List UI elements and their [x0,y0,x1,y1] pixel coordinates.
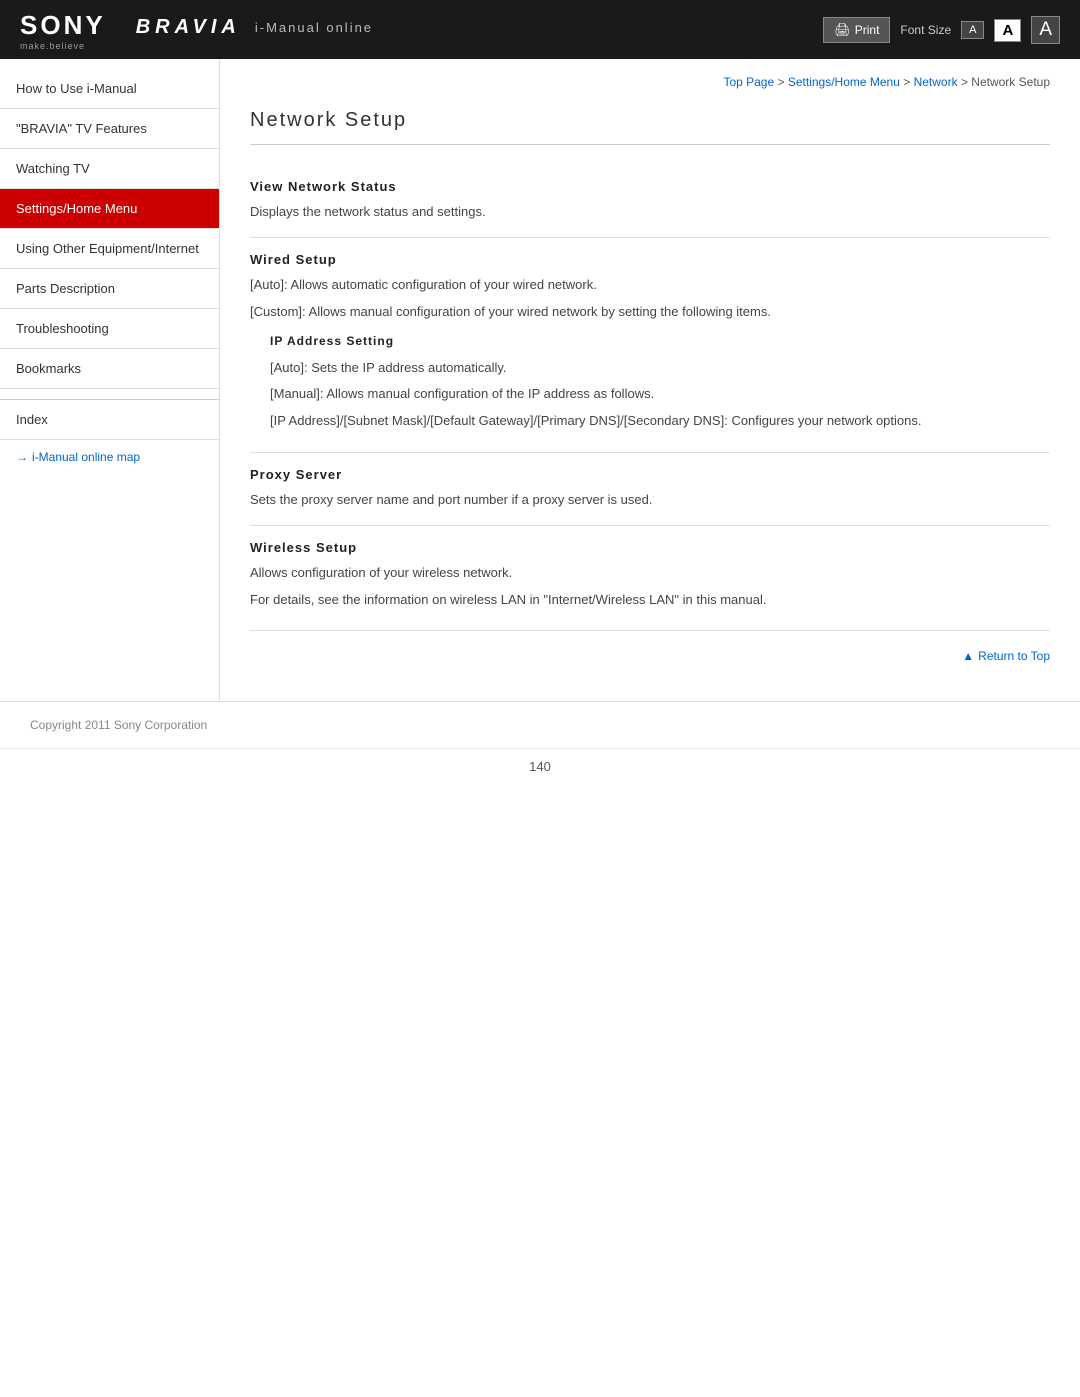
section-body-proxy-server: Sets the proxy server name and port numb… [250,490,1050,511]
sidebar-item-parts-description[interactable]: Parts Description [0,269,219,309]
sidebar-map-link[interactable]: → i-Manual online map [0,440,219,474]
ip-address-details-line: [IP Address]/[Subnet Mask]/[Default Gate… [270,411,1050,432]
wired-auto-line: [Auto]: Allows automatic configuration o… [250,275,1050,296]
breadcrumb-top-page[interactable]: Top Page [723,75,774,89]
section-wired-setup: Wired Setup [Auto]: Allows automatic con… [250,238,1050,453]
section-title-wired-setup: Wired Setup [250,252,1050,267]
wired-custom-line: [Custom]: Allows manual configuration of… [250,302,1050,323]
ip-auto-line: [Auto]: Sets the IP address automaticall… [270,358,1050,379]
return-to-top-link[interactable]: ▲ Return to Top [962,649,1050,663]
section-title-view-network-status: View Network Status [250,179,1050,194]
breadcrumb: Top Page > Settings/Home Menu > Network … [250,75,1050,89]
font-size-label: Font Size [900,23,951,37]
font-medium-button[interactable]: A [994,19,1021,42]
wireless-line-1: Allows configuration of your wireless ne… [250,563,1050,584]
font-large-button[interactable]: A [1031,16,1060,44]
sidebar-item-settings-home-menu[interactable]: Settings/Home Menu [0,189,219,229]
print-icon: 🖨 [834,22,851,38]
sidebar-item-watching-tv[interactable]: Watching TV [0,149,219,189]
breadcrumb-network[interactable]: Network [914,75,958,89]
sony-logo: SONY [20,10,106,41]
section-wireless-setup: Wireless Setup Allows configuration of y… [250,526,1050,632]
sidebar-item-bravia-features[interactable]: "BRAVIA" TV Features [0,109,219,149]
sidebar-item-how-to-use[interactable]: How to Use i-Manual [0,69,219,109]
sidebar-item-using-other-equipment[interactable]: Using Other Equipment/Internet [0,229,219,269]
return-to-top-label: Return to Top [978,649,1050,663]
page-title: Network Setup [250,109,1050,145]
i-manual-text: i-Manual online [255,20,373,35]
make-believe-tagline: make.believe [20,41,106,51]
section-title-wireless-setup: Wireless Setup [250,540,1050,555]
breadcrumb-current: Network Setup [971,75,1050,89]
section-title-proxy-server: Proxy Server [250,467,1050,482]
section-view-network-status: View Network Status Displays the network… [250,165,1050,238]
section-proxy-server: Proxy Server Sets the proxy server name … [250,453,1050,526]
print-button[interactable]: 🖨 Print [823,17,890,43]
sidebar-item-troubleshooting[interactable]: Troubleshooting [0,309,219,349]
sidebar-item-bookmarks[interactable]: Bookmarks [0,349,219,389]
ip-manual-line: [Manual]: Allows manual configuration of… [270,384,1050,405]
map-arrow-icon: → [16,450,28,464]
font-small-button[interactable]: A [961,21,984,39]
breadcrumb-settings[interactable]: Settings/Home Menu [788,75,900,89]
page-number: 140 [529,759,551,774]
return-to-top-icon: ▲ [962,649,974,663]
wireless-line-2: For details, see the information on wire… [250,590,1050,611]
return-to-top-container: ▲ Return to Top [250,631,1050,671]
section-body-view-network-status: Displays the network status and settings… [250,202,1050,223]
subsection-title-ip-address: IP Address Setting [270,332,1050,351]
bravia-logo: BRAVIA [136,16,241,39]
copyright-text: Copyright 2011 Sony Corporation [30,718,207,732]
sidebar-item-index[interactable]: Index [0,399,219,440]
